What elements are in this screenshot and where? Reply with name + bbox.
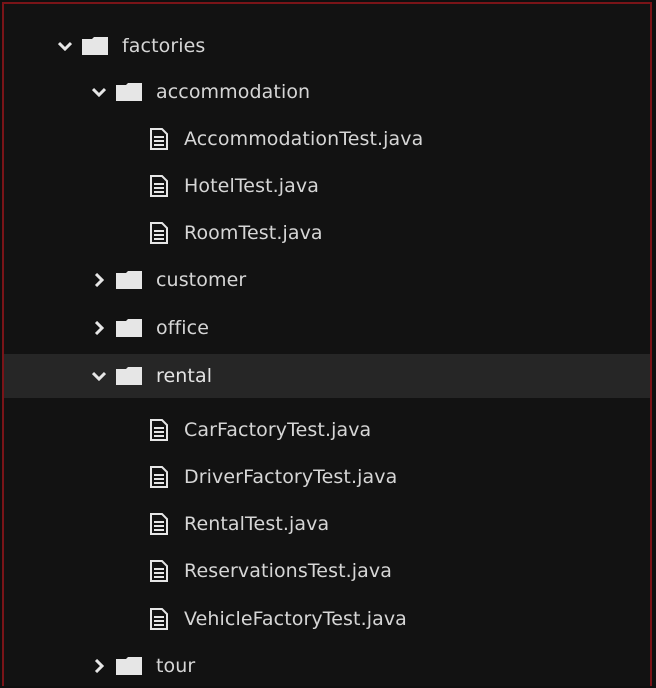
tree-folder-accommodation[interactable]: accommodation	[4, 70, 650, 114]
tree-file-hoteltest[interactable]: HotelTest.java	[4, 164, 650, 208]
tree-folder-label: factories	[122, 35, 206, 57]
tree-file-label: VehicleFactoryTest.java	[184, 608, 407, 630]
tree-folder-label: office	[156, 317, 210, 339]
file-icon	[150, 560, 168, 582]
file-icon	[150, 608, 168, 630]
tree-file-roomtest[interactable]: RoomTest.java	[4, 211, 650, 255]
tree-folder-customer[interactable]: customer	[4, 258, 650, 302]
tree-file-label: RoomTest.java	[184, 222, 323, 244]
chevron-right-icon[interactable]	[90, 657, 108, 675]
tree-folder-tour[interactable]: tour	[4, 644, 650, 688]
folder-icon	[116, 656, 142, 676]
tree-folder-label: tour	[156, 655, 196, 677]
tree-file-vehiclefactorytest[interactable]: VehicleFactoryTest.java	[4, 597, 650, 641]
tree-folder-rental[interactable]: rental	[4, 354, 650, 398]
tree-file-accommodationtest[interactable]: AccommodationTest.java	[4, 117, 650, 161]
tree-file-carfactorytest[interactable]: CarFactoryTest.java	[4, 408, 650, 452]
tree-folder-label: accommodation	[156, 81, 311, 103]
chevron-down-icon[interactable]	[56, 37, 74, 55]
file-icon	[150, 222, 168, 244]
tree-folder-office[interactable]: office	[4, 306, 650, 350]
file-icon	[150, 419, 168, 441]
folder-icon	[116, 82, 142, 102]
tree-file-label: HotelTest.java	[184, 175, 319, 197]
chevron-right-icon[interactable]	[90, 319, 108, 337]
folder-icon	[116, 366, 142, 386]
tree-file-driverfactorytest[interactable]: DriverFactoryTest.java	[4, 455, 650, 499]
tree-file-rentaltest[interactable]: RentalTest.java	[4, 502, 650, 546]
tree-file-label: AccommodationTest.java	[184, 128, 424, 150]
tree-file-label: ReservationsTest.java	[184, 560, 392, 582]
tree-folder-label: customer	[156, 269, 247, 291]
file-icon	[150, 175, 168, 197]
file-icon	[150, 513, 168, 535]
file-tree: factories accommodation AccommodationTes…	[2, 2, 652, 686]
tree-folder-label: rental	[156, 365, 213, 387]
tree-file-label: CarFactoryTest.java	[184, 419, 372, 441]
file-icon	[150, 128, 168, 150]
folder-icon	[82, 36, 108, 56]
tree-folder-factories[interactable]: factories	[4, 24, 650, 68]
folder-icon	[116, 270, 142, 290]
chevron-right-icon[interactable]	[90, 271, 108, 289]
chevron-down-icon[interactable]	[90, 83, 108, 101]
tree-file-label: DriverFactoryTest.java	[184, 466, 398, 488]
tree-file-reservationstest[interactable]: ReservationsTest.java	[4, 549, 650, 593]
tree-file-label: RentalTest.java	[184, 513, 330, 535]
file-icon	[150, 466, 168, 488]
chevron-down-icon[interactable]	[90, 367, 108, 385]
folder-icon	[116, 318, 142, 338]
